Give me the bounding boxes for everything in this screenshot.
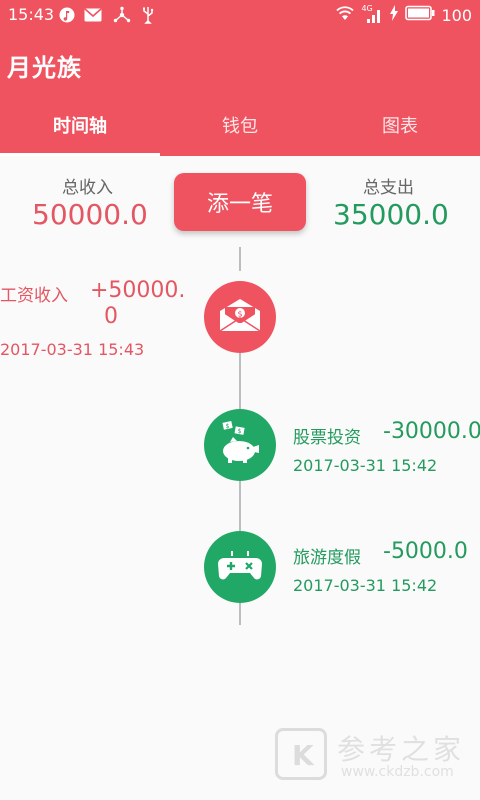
timeline-line — [239, 353, 241, 409]
total-income-value: 50000.0 — [32, 198, 148, 231]
gamepad-icon — [218, 548, 262, 586]
total-expense-label: 总支出 — [363, 178, 414, 198]
signal-icon: 4G — [361, 4, 383, 23]
timeline-node-income[interactable]: $ — [204, 281, 276, 353]
add-record-button[interactable]: 添一笔 — [174, 173, 306, 231]
timeline-node-expense[interactable] — [204, 531, 276, 603]
music-note-icon — [58, 6, 76, 24]
battery-percent: 100 — [441, 5, 472, 25]
app-title: 月光族 — [7, 54, 82, 82]
timeline-node-expense[interactable]: $ $ — [204, 409, 276, 481]
timeline-line — [239, 603, 241, 625]
network-type: 4G — [361, 4, 373, 13]
envelope-money-icon: $ — [217, 297, 263, 337]
status-bar: 15:43 4G 100 — [0, 0, 480, 30]
share-icon — [113, 6, 131, 24]
entry-amount: -30000.0 — [383, 419, 480, 444]
entry-time: 2017-03-31 15:42 — [293, 456, 438, 475]
entry-time: 2017-03-31 15:43 — [0, 340, 145, 359]
entry-amount-wrap: 0 — [104, 304, 118, 329]
status-right: 4G 100 — [335, 4, 472, 25]
status-time: 15:43 — [8, 5, 55, 24]
timeline-line — [239, 481, 241, 531]
svg-text:$: $ — [226, 423, 230, 430]
svg-text:$: $ — [238, 428, 242, 435]
entry-time: 2017-03-31 15:42 — [293, 576, 438, 595]
battery-icon — [405, 5, 435, 25]
timeline-line — [239, 247, 241, 271]
entry-amount: -5000.0 — [383, 539, 468, 564]
entry-name: 股票投资 — [293, 428, 361, 448]
watermark-url: www.ckdzb.com — [341, 764, 454, 780]
piggy-bank-icon: $ $ — [215, 421, 265, 469]
entry-name: 旅游度假 — [293, 548, 361, 568]
tab-timeline[interactable]: 时间轴 — [0, 102, 160, 156]
charging-icon — [389, 5, 399, 25]
watermark-title: 参考之家 — [337, 733, 466, 766]
mail-icon — [84, 6, 102, 24]
tab-chart[interactable]: 图表 — [320, 102, 480, 156]
usb-icon — [139, 6, 157, 24]
tab-indicator — [0, 153, 160, 156]
tab-wallet[interactable]: 钱包 — [160, 102, 320, 156]
total-income-label: 总收入 — [62, 178, 113, 198]
wifi-icon — [335, 5, 355, 25]
watermark: K 参考之家 www.ckdzb.com — [275, 728, 475, 784]
total-expense-value: 35000.0 — [333, 198, 449, 231]
entry-name: 工资收入 — [0, 286, 68, 306]
watermark-logo-letter: K — [292, 739, 314, 772]
app-bar: 月光族 时间轴 钱包 图表 — [0, 30, 480, 156]
tab-bar: 时间轴 钱包 图表 — [0, 102, 480, 156]
entry-amount: +50000. — [90, 278, 186, 303]
watermark-logo: K — [275, 728, 327, 780]
